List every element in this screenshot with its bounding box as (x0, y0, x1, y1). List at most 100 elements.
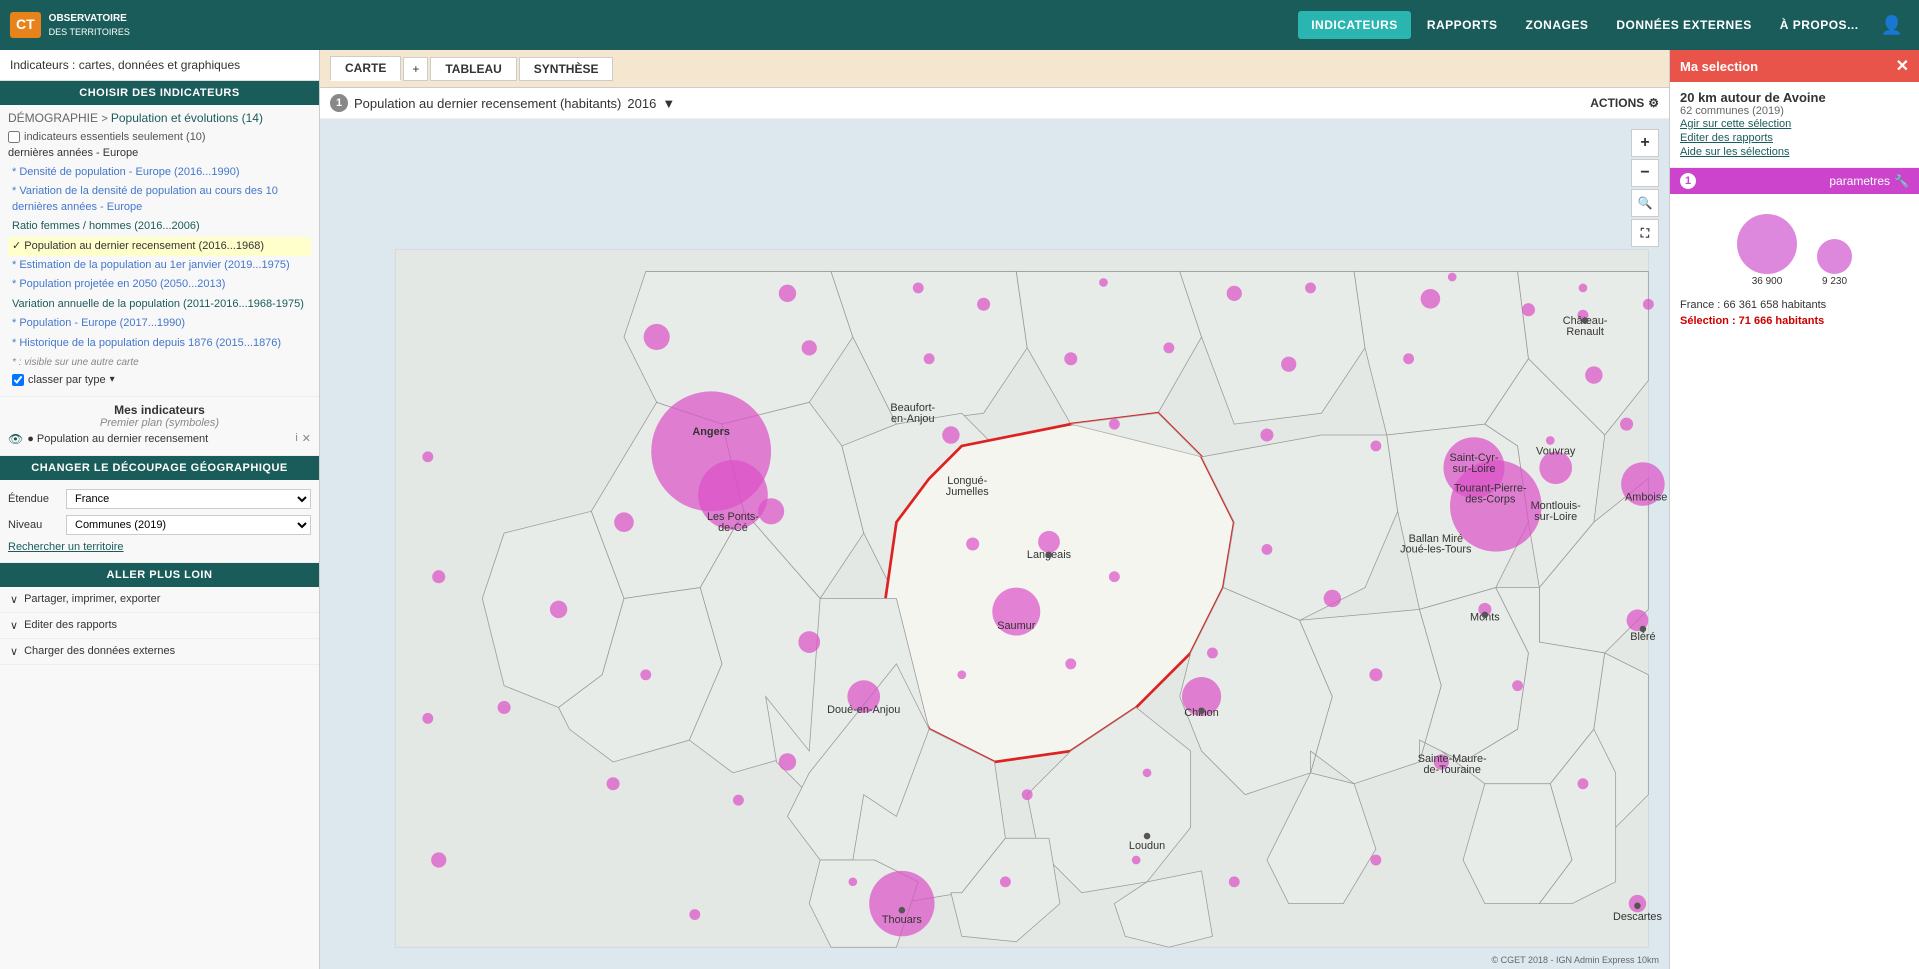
svg-text:sur-Loire: sur-Loire (1453, 463, 1496, 475)
svg-text:Angers: Angers (692, 426, 729, 438)
choose-indicators-header: CHOISIR DES INDICATEURS (0, 81, 319, 105)
map-controls: + − 🔍 ⛶ (1631, 129, 1659, 247)
ind-actions: i ✕ (295, 432, 311, 445)
right-panel: Ma selection ✕ 20 km autour de Avoine 62… (1669, 50, 1919, 969)
tab-synthese[interactable]: SYNTHÈSE (519, 57, 614, 81)
params-section: 1 parametres 🔧 36 900 9 230 France : 66 … (1670, 168, 1919, 969)
list-item[interactable]: * Historique de la population depuis 187… (8, 334, 311, 353)
search-map-button[interactable]: 🔍 (1631, 189, 1659, 217)
tab-carte[interactable]: CARTE (330, 56, 401, 81)
chevron-right-icon: ∨ (10, 619, 18, 632)
logo-text: OBSERVATOIRE DES TERRITOIRES (49, 12, 130, 39)
note-text: * : visible sur une autre carte (8, 355, 311, 370)
svg-text:Renault: Renault (1566, 326, 1603, 338)
svg-text:Descartes: Descartes (1613, 911, 1663, 923)
header: CT OBSERVATOIRE DES TERRITOIRES INDICATE… (0, 0, 1919, 50)
list-item[interactable]: * Population - Europe (2017...1990) (8, 314, 311, 333)
params-icon[interactable]: 🔧 (1894, 174, 1909, 188)
zoom-in-button[interactable]: + (1631, 129, 1659, 157)
eye-icon[interactable]: 👁 (8, 432, 23, 446)
indicator-title: 1 Population au dernier recensement (hab… (330, 94, 675, 112)
indicator-name: Population au dernier recensement (habit… (354, 96, 621, 111)
remove-icon[interactable]: ✕ (302, 432, 311, 445)
list-item[interactable]: Variation annuelle de la population (201… (8, 295, 311, 314)
settings-icon: ⚙ (1648, 96, 1659, 110)
list-item-selected[interactable]: ✓ Population au dernier recensement (201… (8, 237, 311, 256)
mes-indicateurs-section: Mes indicateurs Premier plan (symboles) … (0, 397, 319, 456)
svg-text:Jumelles: Jumelles (946, 486, 989, 498)
list-item[interactable]: Ratio femmes / hommes (2016...2006) (8, 217, 311, 236)
svg-text:de-Touraine: de-Touraine (1423, 764, 1480, 776)
etendue-select[interactable]: France (66, 489, 311, 509)
legend-value-small: 9 230 (1822, 276, 1847, 287)
nav-item-indicateurs[interactable]: INDICATEURS (1298, 11, 1411, 39)
circle-shape-large (1737, 214, 1797, 274)
aide-selections-link[interactable]: Aide sur les sélections (1680, 145, 1909, 159)
edit-reports-item[interactable]: ∨ Editer des rapports (0, 613, 319, 639)
info-icon[interactable]: i (295, 432, 297, 445)
nav-item-rapports[interactable]: RAPPORTS (1415, 12, 1510, 38)
sidebar-title: Indicateurs : cartes, données et graphiq… (0, 50, 319, 81)
params-label: parametres (1696, 174, 1890, 188)
demography-section: DÉMOGRAPHIE > Population et évolutions (… (0, 105, 319, 397)
indicator-item-row: 👁 ● Population au dernier recensement i … (8, 429, 311, 449)
decoupage-header: CHANGER LE DÉCOUPAGE GÉOGRAPHIQUE (0, 456, 319, 480)
zoom-out-button[interactable]: − (1631, 159, 1659, 187)
nav-item-donnees-externes[interactable]: DONNÉES EXTERNES (1604, 12, 1763, 38)
logo-area: CT OBSERVATOIRE DES TERRITOIRES (10, 12, 130, 39)
list-item[interactable]: * Densité de population - Europe (2016..… (8, 163, 311, 182)
niveau-row: Niveau Communes (2019) (8, 512, 311, 538)
legend-area: 36 900 9 230 France : 66 361 658 habitan… (1670, 194, 1919, 339)
selection-sub: 62 communes (2019) (1680, 105, 1909, 117)
share-item[interactable]: ∨ Partager, imprimer, exporter (0, 587, 319, 613)
mes-indicateurs-sub: Premier plan (symboles) (8, 417, 311, 429)
svg-text:des-Corps: des-Corps (1465, 494, 1516, 506)
circle-shape-small (1817, 239, 1852, 274)
aller-section: ∨ Partager, imprimer, exporter ∨ Editer … (0, 587, 319, 665)
svg-text:de-Cé: de-Cé (718, 522, 748, 534)
logo-icon: CT (10, 12, 41, 38)
map-copyright: © CGET 2018 - IGN Admin Express 10km (1491, 955, 1659, 965)
tab-tableau[interactable]: TABLEAU (430, 57, 516, 81)
agir-link[interactable]: Agir sur cette sélection (1680, 117, 1909, 131)
etendue-label: Étendue (8, 493, 58, 505)
indicator-number: 1 (330, 94, 348, 112)
sort-row[interactable]: classer par type ▾ (8, 370, 311, 390)
essentials-label: indicateurs essentiels seulement (10) (24, 131, 206, 143)
demography-title[interactable]: DÉMOGRAPHIE > Population et évolutions (… (8, 111, 311, 125)
map-area[interactable]: Angers Les Ponts- de-Cé Beaufort- en-Anj… (320, 119, 1669, 969)
editer-rapports-link[interactable]: Editer des rapports (1680, 131, 1909, 145)
selection-title: 20 km autour de Avoine (1680, 90, 1909, 105)
indicator-bar: 1 Population au dernier recensement (hab… (320, 88, 1669, 119)
actions-button[interactable]: ACTIONS ⚙ (1590, 96, 1659, 110)
chevron-down-icon: ▾ (110, 374, 115, 385)
etendue-row: Étendue France (8, 486, 311, 512)
tab-add-button[interactable]: + (403, 57, 428, 81)
ma-selection-header: Ma selection ✕ (1670, 50, 1919, 82)
close-selection-button[interactable]: ✕ (1896, 56, 1909, 76)
svg-text:Vouvray: Vouvray (1536, 446, 1576, 458)
list-item[interactable]: * Population projetée en 2050 (2050...20… (8, 275, 311, 294)
params-num: 1 (1680, 173, 1696, 189)
tabs-bar: CARTE + TABLEAU SYNTHÈSE (320, 50, 1669, 88)
niveau-select[interactable]: Communes (2019) (66, 515, 311, 535)
load-data-item[interactable]: ∨ Charger des données externes (0, 639, 319, 665)
user-icon[interactable]: 👤 (1875, 15, 1909, 36)
svg-text:sur-Loire: sur-Loire (1534, 511, 1577, 523)
list-item[interactable]: * Estimation de la population au 1er jan… (8, 256, 311, 275)
svg-text:Doué-en-Anjou: Doué-en-Anjou (827, 704, 900, 716)
dropdown-icon[interactable]: ▼ (662, 96, 675, 111)
legend-circle-small: 9 230 (1817, 239, 1852, 287)
selection-stat: Sélection : 71 666 habitants (1680, 313, 1909, 329)
list-item[interactable]: * Variation de la densité de population … (8, 182, 311, 217)
search-territory-link[interactable]: Rechercher un territoire (8, 538, 311, 556)
sidebar: Indicateurs : cartes, données et graphiq… (0, 50, 320, 969)
svg-text:Amboise: Amboise (1625, 491, 1667, 503)
nav-item-zonages[interactable]: ZONAGES (1514, 12, 1601, 38)
expand-button[interactable]: ⛶ (1631, 219, 1659, 247)
chevron-right-icon: ∨ (10, 645, 18, 658)
nav-item-a-propos[interactable]: À PROPOS... (1768, 12, 1871, 38)
essentials-checkbox[interactable] (8, 131, 20, 143)
svg-text:Bléré: Bléré (1630, 631, 1655, 643)
sort-checkbox[interactable] (12, 374, 24, 386)
